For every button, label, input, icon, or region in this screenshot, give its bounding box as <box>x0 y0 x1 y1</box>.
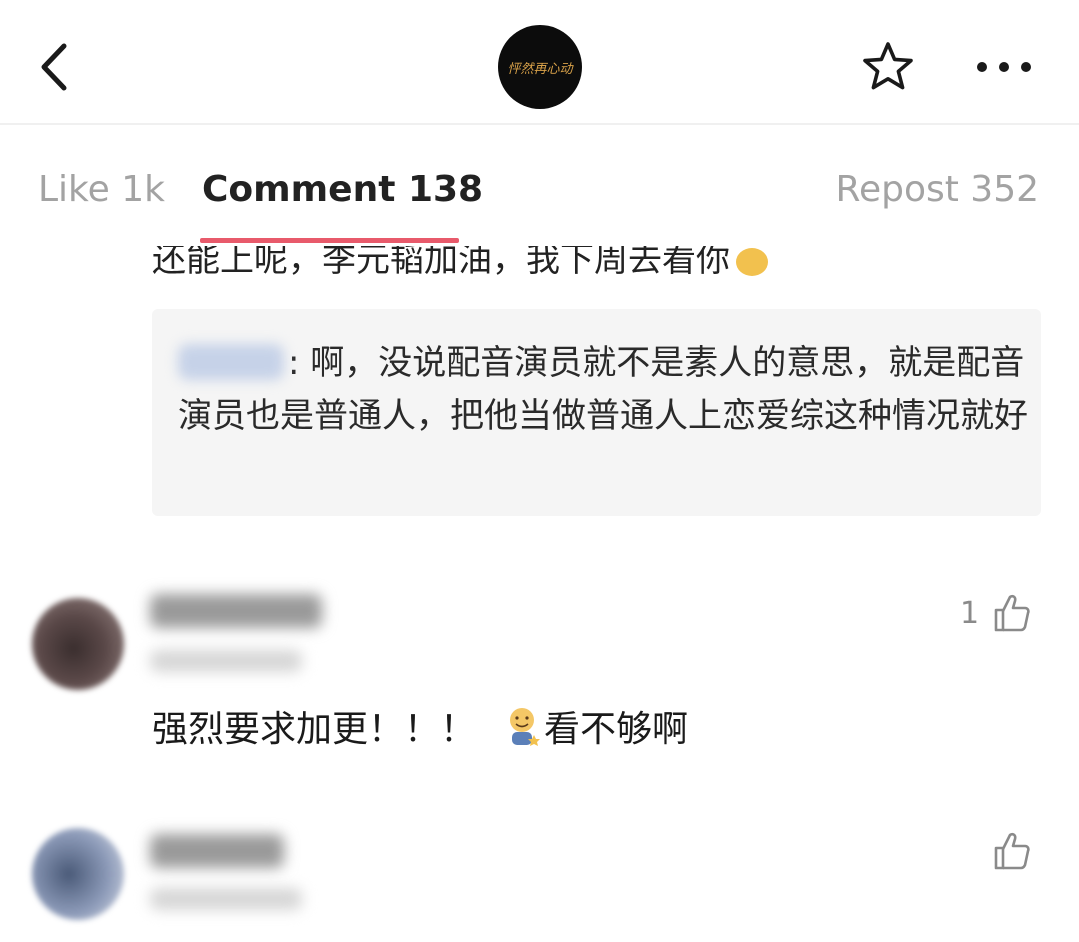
smiling-face-emoji-icon <box>510 708 541 746</box>
tab-repost[interactable]: Repost 352 <box>836 168 1039 212</box>
emoji-sunglasses-icon <box>736 247 768 276</box>
tab-like[interactable]: Like 1k <box>38 168 165 212</box>
blurred-timestamp <box>150 650 302 672</box>
tab-comment[interactable]: Comment 138 <box>202 168 483 212</box>
more-dots-icon <box>977 62 1031 72</box>
thumbs-up-icon <box>994 594 1030 632</box>
app-root: 怦然再心动 还能上呢，李元韬加油，我下周去看你 Like 1k Comment … <box>0 0 1079 942</box>
reply-box[interactable]: : 啊，没说配音演员就不是素人的意思，就是配音演员也是普通人，把他当做普通人上恋… <box>152 309 1041 516</box>
header-divider <box>0 123 1079 125</box>
back-button[interactable] <box>30 38 80 96</box>
blurred-username[interactable] <box>150 594 322 628</box>
like-count: 1 <box>960 596 980 631</box>
account-logo[interactable]: 怦然再心动 <box>498 25 582 109</box>
star-outline-icon <box>863 42 913 90</box>
blurred-username <box>178 344 284 380</box>
thumbs-up-icon <box>994 832 1030 870</box>
favorite-button[interactable] <box>860 40 916 94</box>
comment-item: 1 强烈要求加更！！！ 看不够啊 <box>0 570 1079 770</box>
blurred-timestamp <box>150 888 302 910</box>
comment-item <box>0 812 1079 942</box>
top-bar: 怦然再心动 <box>0 0 1079 125</box>
like-button[interactable] <box>992 830 1032 872</box>
avatar[interactable] <box>32 598 124 690</box>
more-button[interactable] <box>974 56 1034 78</box>
tab-bar: Like 1k Comment 138 Repost 352 <box>0 126 1079 246</box>
logo-text: 怦然再心动 <box>507 61 573 77</box>
chevron-left-icon <box>41 43 67 91</box>
comment-text: 强烈要求加更！！！ 看不够啊 <box>152 708 689 750</box>
reply-text: : 啊，没说配音演员就不是素人的意思，就是配音演员也是普通人，把他当做普通人上恋… <box>178 343 1028 436</box>
blurred-username[interactable] <box>150 834 284 868</box>
avatar[interactable] <box>32 828 124 920</box>
active-tab-indicator <box>200 238 459 243</box>
like-button[interactable] <box>992 592 1032 634</box>
